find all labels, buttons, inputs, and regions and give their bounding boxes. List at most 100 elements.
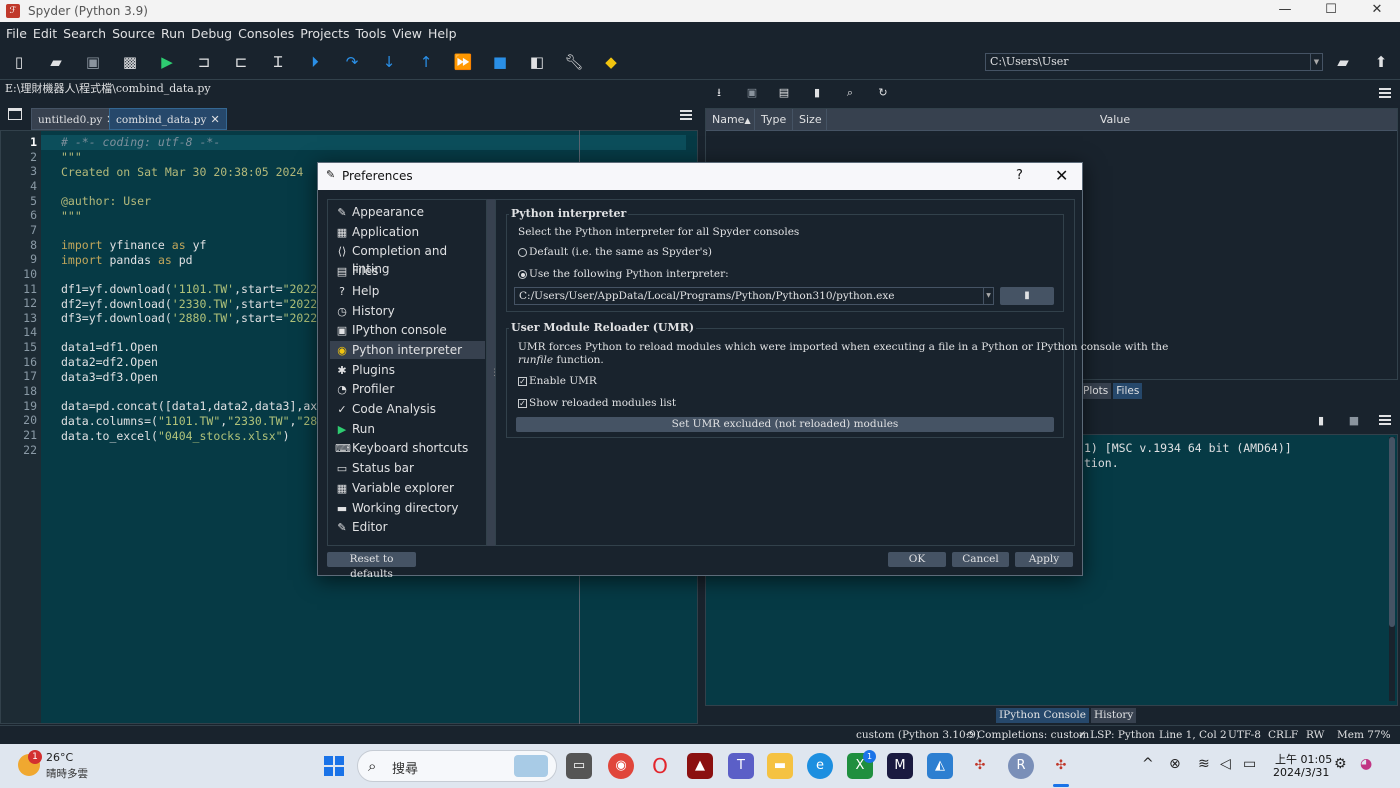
debug-stop-icon[interactable]: ■ [487, 49, 513, 75]
menu-view[interactable]: View [390, 26, 426, 41]
remove-all-icon[interactable]: ▮ [809, 85, 825, 101]
app-icon[interactable]: ▲ [687, 753, 713, 779]
spyder-taskbar-icon[interactable]: ✣ [967, 753, 993, 779]
run-icon[interactable]: ▶ [154, 49, 180, 75]
category-run[interactable]: ▶ Run [330, 420, 485, 438]
column-value[interactable]: Value [827, 109, 1397, 131]
category-appearance[interactable]: ✎ Appearance [330, 203, 485, 221]
menu-run[interactable]: Run [159, 26, 189, 41]
debug-step-return-icon[interactable]: ↑ [413, 49, 439, 75]
taskbar-search[interactable]: ⌕ 搜尋 [357, 750, 557, 782]
enable-umr-checkbox[interactable]: ✓ [518, 377, 527, 386]
menu-debug[interactable]: Debug [189, 26, 236, 41]
refresh-icon[interactable]: ↻ [875, 85, 891, 101]
console-scrollbar[interactable] [1389, 437, 1395, 701]
column-type[interactable]: Type [755, 109, 793, 131]
tab-plots[interactable]: Plots [1080, 383, 1112, 399]
preferences-category-list[interactable]: ✎ Appearance ▦ Application ⟨⟩ Completion and … [327, 199, 487, 546]
menu-consoles[interactable]: Consoles [236, 26, 298, 41]
category-code-analysis[interactable]: ✓ Code Analysis [330, 400, 485, 418]
category-profiler[interactable]: ◔ Profiler [330, 380, 485, 398]
scrollbar-thumb[interactable] [1389, 437, 1395, 627]
chevron-down-icon[interactable]: ▼ [1310, 54, 1322, 70]
chevron-up-icon[interactable]: ^ [1142, 756, 1154, 772]
chrome-icon[interactable]: ◉ [608, 753, 634, 779]
battery-icon[interactable]: ▭ [1243, 756, 1256, 772]
variable-options-icon[interactable] [1379, 88, 1391, 98]
stop-icon[interactable]: ■ [1346, 413, 1362, 429]
debug-step-into-icon[interactable]: ↓ [376, 49, 402, 75]
category-keyboard-shortcuts[interactable]: ⌨ Keyboard shortcuts [330, 439, 485, 457]
save-all-icon[interactable]: ▩ [117, 49, 143, 75]
task-view-icon[interactable]: ▭ [566, 753, 592, 779]
preferences-icon[interactable]: 🔧︎ [561, 49, 587, 75]
column-name[interactable]: Name▲ [706, 109, 755, 131]
save-data-as-icon[interactable]: ▤ [776, 85, 792, 101]
save-icon[interactable]: ▣ [80, 49, 106, 75]
radio-custom-interpreter[interactable] [518, 270, 527, 279]
spyder-active-taskbar-icon[interactable]: ✣ [1048, 753, 1074, 779]
column-size[interactable]: Size [793, 109, 827, 131]
close-icon[interactable]: ✕ [210, 113, 219, 126]
weather-description[interactable]: 晴時多雲 [46, 766, 88, 781]
weather-temperature[interactable]: 26°C [46, 751, 73, 764]
category-editor[interactable]: ✎ Editor [330, 518, 485, 536]
python-path-icon[interactable]: ◆ [598, 49, 624, 75]
browse-folder-icon[interactable]: ▰ [1330, 49, 1356, 75]
ok-button[interactable]: OK [888, 552, 946, 567]
run-selection-icon[interactable]: Ɪ [265, 49, 291, 75]
option-custom-label[interactable]: Use the following Python interpreter: [529, 268, 729, 280]
category-working-directory[interactable]: ▬ Working directory [330, 499, 485, 517]
photos-icon[interactable]: ◭ [927, 753, 953, 779]
maximize-pane-icon[interactable]: ◧ [524, 49, 550, 75]
start-button[interactable] [324, 756, 344, 776]
show-reloaded-checkbox[interactable]: ✓ [518, 399, 527, 408]
menu-file[interactable]: File [4, 26, 31, 41]
category-application[interactable]: ▦ Application [330, 223, 485, 241]
close-circle-icon[interactable]: ⊗ [1169, 756, 1181, 772]
browse-tabs-icon[interactable] [8, 108, 22, 120]
enable-umr-label[interactable]: Enable UMR [529, 375, 597, 387]
volume-icon[interactable]: ◁ [1220, 756, 1231, 772]
notification-settings-icon[interactable]: ⚙ [1334, 756, 1347, 772]
tab-history[interactable]: History [1090, 708, 1137, 723]
monitor-app-icon[interactable]: M [887, 753, 913, 779]
cancel-button[interactable]: Cancel [952, 552, 1009, 567]
umr-excluded-button[interactable]: Set UMR excluded (not reloaded) modules [516, 417, 1054, 432]
debug-step-icon[interactable]: ↷ [339, 49, 365, 75]
menu-edit[interactable]: Edit [31, 26, 61, 41]
menu-search[interactable]: Search [61, 26, 110, 41]
parent-directory-icon[interactable]: ⬆ [1368, 49, 1394, 75]
maximize-button[interactable]: ☐ [1308, 0, 1354, 22]
close-window-button[interactable]: ✕ [1354, 0, 1400, 22]
close-dialog-button[interactable]: ✕ [1055, 166, 1068, 185]
tab-combind-data[interactable]: combind_data.py ✕ [109, 108, 227, 130]
clock-time[interactable]: 上午 01:05 [1275, 751, 1332, 767]
category-files[interactable]: ▤ Files [330, 262, 485, 280]
interpreter-path-select[interactable]: C:/Users/User/AppData/Local/Programs/Pyt… [514, 287, 994, 305]
opera-icon[interactable]: O [647, 753, 673, 779]
browse-interpreter-button[interactable]: ▮ [1000, 287, 1054, 305]
working-directory-input[interactable]: C:\Users\User ▼ [985, 53, 1323, 71]
copilot-icon[interactable]: ◕ [1360, 756, 1372, 772]
edge-icon[interactable]: e [807, 753, 833, 779]
show-reloaded-label[interactable]: Show reloaded modules list [529, 397, 676, 409]
minimize-button[interactable]: — [1262, 0, 1308, 22]
tab-ipython-console[interactable]: IPython Console [996, 708, 1089, 723]
import-data-icon[interactable]: ⭳ [711, 85, 727, 101]
option-default-label[interactable]: Default (i.e. the same as Spyder's) [529, 246, 712, 258]
category-plugins[interactable]: ✱ Plugins [330, 361, 485, 379]
debug-icon[interactable]: ⏵ [302, 49, 328, 75]
category-variable-explorer[interactable]: ▦ Variable explorer [330, 479, 485, 497]
editor-options-icon[interactable] [680, 110, 692, 120]
chevron-down-icon[interactable]: ▼ [983, 288, 993, 304]
category-python-interpreter[interactable]: ◉ Python interpreter [330, 340, 485, 359]
help-button[interactable]: ? [1016, 168, 1023, 183]
category-help[interactable]: ? Help [330, 282, 485, 300]
wifi-icon[interactable]: ≋ [1198, 756, 1210, 772]
menu-tools[interactable]: Tools [354, 26, 391, 41]
open-file-icon[interactable]: ▰ [43, 49, 69, 75]
r-app-icon[interactable]: R [1008, 753, 1034, 779]
category-history[interactable]: ◷ History [330, 302, 485, 320]
debug-continue-icon[interactable]: ⏩ [450, 49, 476, 75]
